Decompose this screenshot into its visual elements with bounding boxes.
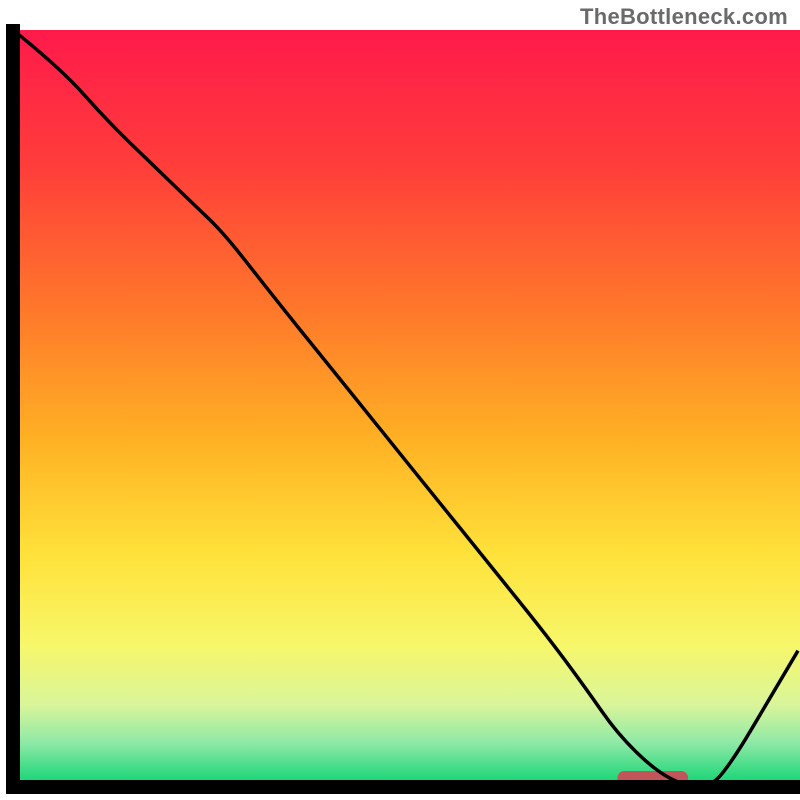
chart-background: [20, 30, 800, 780]
bottleneck-chart: [0, 0, 800, 800]
watermark-label: TheBottleneck.com: [580, 4, 788, 30]
chart-figure: TheBottleneck.com: [0, 0, 800, 800]
